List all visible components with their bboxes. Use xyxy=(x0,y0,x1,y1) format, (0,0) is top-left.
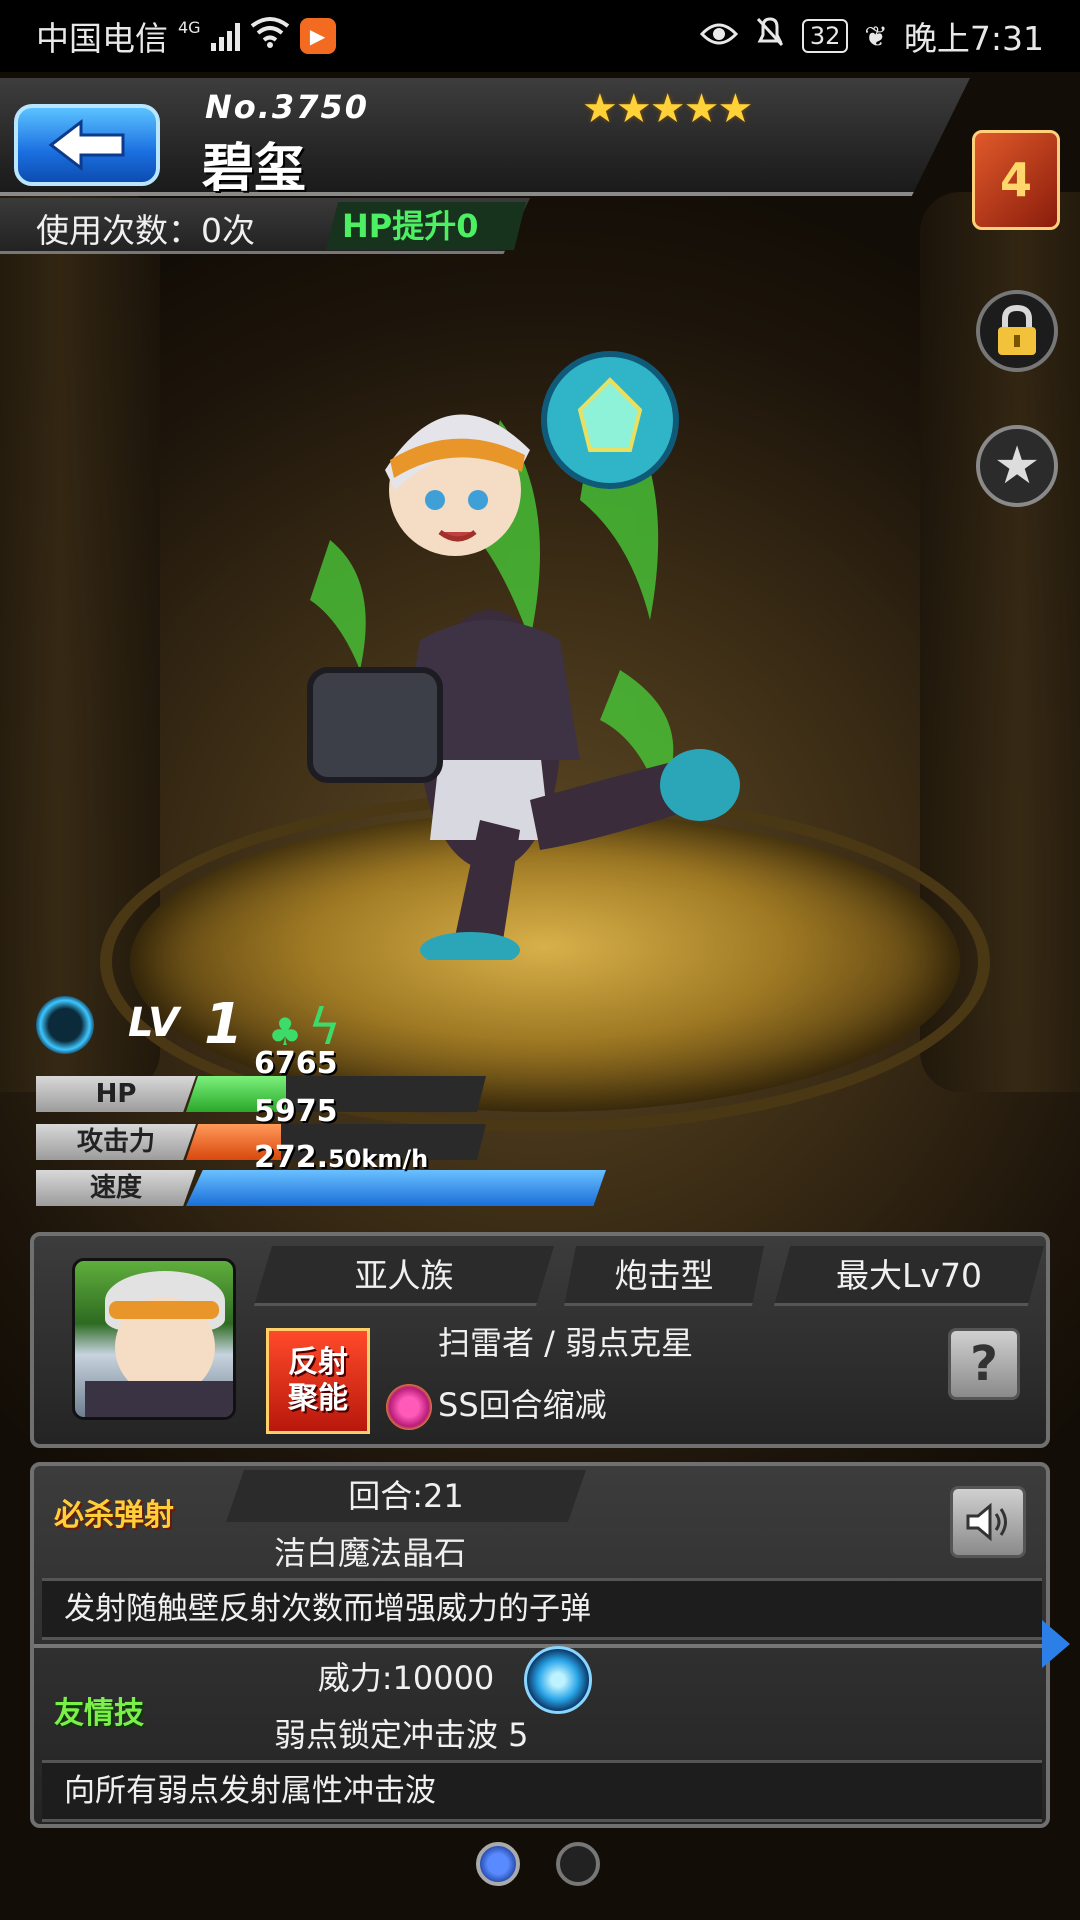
speaker-icon xyxy=(966,1502,1007,1542)
ability-icon-bottom: 聚能 xyxy=(288,1381,348,1416)
ability-icon: 反射 聚能 xyxy=(266,1328,370,1434)
page-dot-1[interactable] xyxy=(476,1842,520,1886)
carrier-label: 中国电信 xyxy=(36,19,168,58)
abilities-text: 扫雷者 / 弱点克星 xyxy=(438,1324,694,1362)
level-value: 1 xyxy=(204,992,243,1057)
level-label: LV xyxy=(128,1000,179,1046)
strike-shot-name: 洁白魔法晶石 xyxy=(274,1534,467,1572)
voice-button[interactable] xyxy=(950,1486,1026,1558)
mute-bell-icon xyxy=(754,15,786,57)
hp-value: 6765 xyxy=(254,1046,338,1081)
lock-icon xyxy=(998,305,1036,355)
rarity-stars: ★★★★★ xyxy=(582,86,753,132)
strike-shot-description: 发射随触壁反射次数而增强威力的子弹 xyxy=(42,1578,1042,1640)
clock: 晚上7:31 xyxy=(903,19,1044,58)
network-type: 4G xyxy=(178,18,201,37)
bump-combo-label: 友情技 xyxy=(54,1696,144,1731)
hp-label: HP xyxy=(36,1076,196,1112)
speed-fill xyxy=(186,1170,606,1206)
lock-button[interactable] xyxy=(976,290,1058,372)
strike-turns: 回合:21 xyxy=(226,1470,586,1522)
leaf-icon: ❦ xyxy=(864,19,888,53)
gauge-ability: SS回合缩减 xyxy=(438,1386,607,1424)
ability-icon-top: 反射 xyxy=(288,1345,348,1380)
monster-number: No.3750 xyxy=(205,88,369,126)
help-button[interactable]: ? xyxy=(948,1328,1020,1400)
skills-panel: 必杀弹射 回合:21 洁白魔法晶石 发射随触壁反射次数而增强威力的子弹 友情技 … xyxy=(30,1462,1050,1828)
strike-shot-label: 必杀弹射 xyxy=(54,1498,174,1533)
star-icon: ★ xyxy=(993,436,1041,496)
attack-label: 攻击力 xyxy=(36,1124,196,1160)
monster-info-panel: 亚人族 炮击型 最大Lv70 反射 聚能 扫雷者 / 弱点克星 SS回合缩减 ? xyxy=(30,1232,1050,1448)
usage-count: 使用次数：0次 xyxy=(36,211,255,250)
wifi-icon xyxy=(250,16,290,56)
gauge-icon xyxy=(386,1384,432,1430)
speed-stat: 速度 272.50km/h xyxy=(36,1140,616,1206)
speed-integer: 272. xyxy=(254,1140,329,1175)
speed-label: 速度 xyxy=(36,1170,196,1206)
skill-divider xyxy=(34,1644,1046,1648)
monster-illustration xyxy=(307,351,740,960)
back-arrow-icon xyxy=(48,118,125,172)
speed-value: 272.50km/h xyxy=(254,1140,428,1175)
page-indicator xyxy=(476,1842,600,1886)
book-icon[interactable]: 4 xyxy=(972,130,1060,230)
next-page-arrow-icon[interactable] xyxy=(1042,1620,1070,1668)
back-button[interactable] xyxy=(14,104,160,186)
attack-value: 5975 xyxy=(254,1094,338,1129)
bump-combo-description: 向所有弱点发射属性冲击波 xyxy=(42,1760,1042,1822)
type-tag: 炮击型 xyxy=(564,1246,764,1306)
bump-combo-icon xyxy=(524,1646,592,1714)
book-number: 4 xyxy=(999,153,1032,207)
speed-unit: 50km/h xyxy=(328,1145,429,1173)
signal-icon xyxy=(210,21,240,51)
battery-icon: 32 xyxy=(801,19,849,53)
hp-bonus-label: HP提升0 xyxy=(326,202,526,250)
page-dot-2[interactable] xyxy=(556,1842,600,1886)
monster-name: 碧玺 xyxy=(202,139,307,199)
bump-combo-name: 弱点锁定冲击波 5 xyxy=(274,1716,529,1754)
favorite-star-button[interactable]: ★ xyxy=(976,425,1058,507)
app-notification-icon: ▶ xyxy=(299,18,336,54)
status-bar: 中国电信 4G ▶ 32 ❦ 晚上7:31 xyxy=(0,0,1080,72)
speed-bar xyxy=(186,1170,606,1206)
eye-icon xyxy=(699,17,738,56)
monster-avatar xyxy=(72,1258,236,1420)
race-tag: 亚人族 xyxy=(254,1246,554,1306)
max-level-tag: 最大Lv70 xyxy=(774,1246,1044,1306)
wood-element-icon xyxy=(36,996,94,1054)
